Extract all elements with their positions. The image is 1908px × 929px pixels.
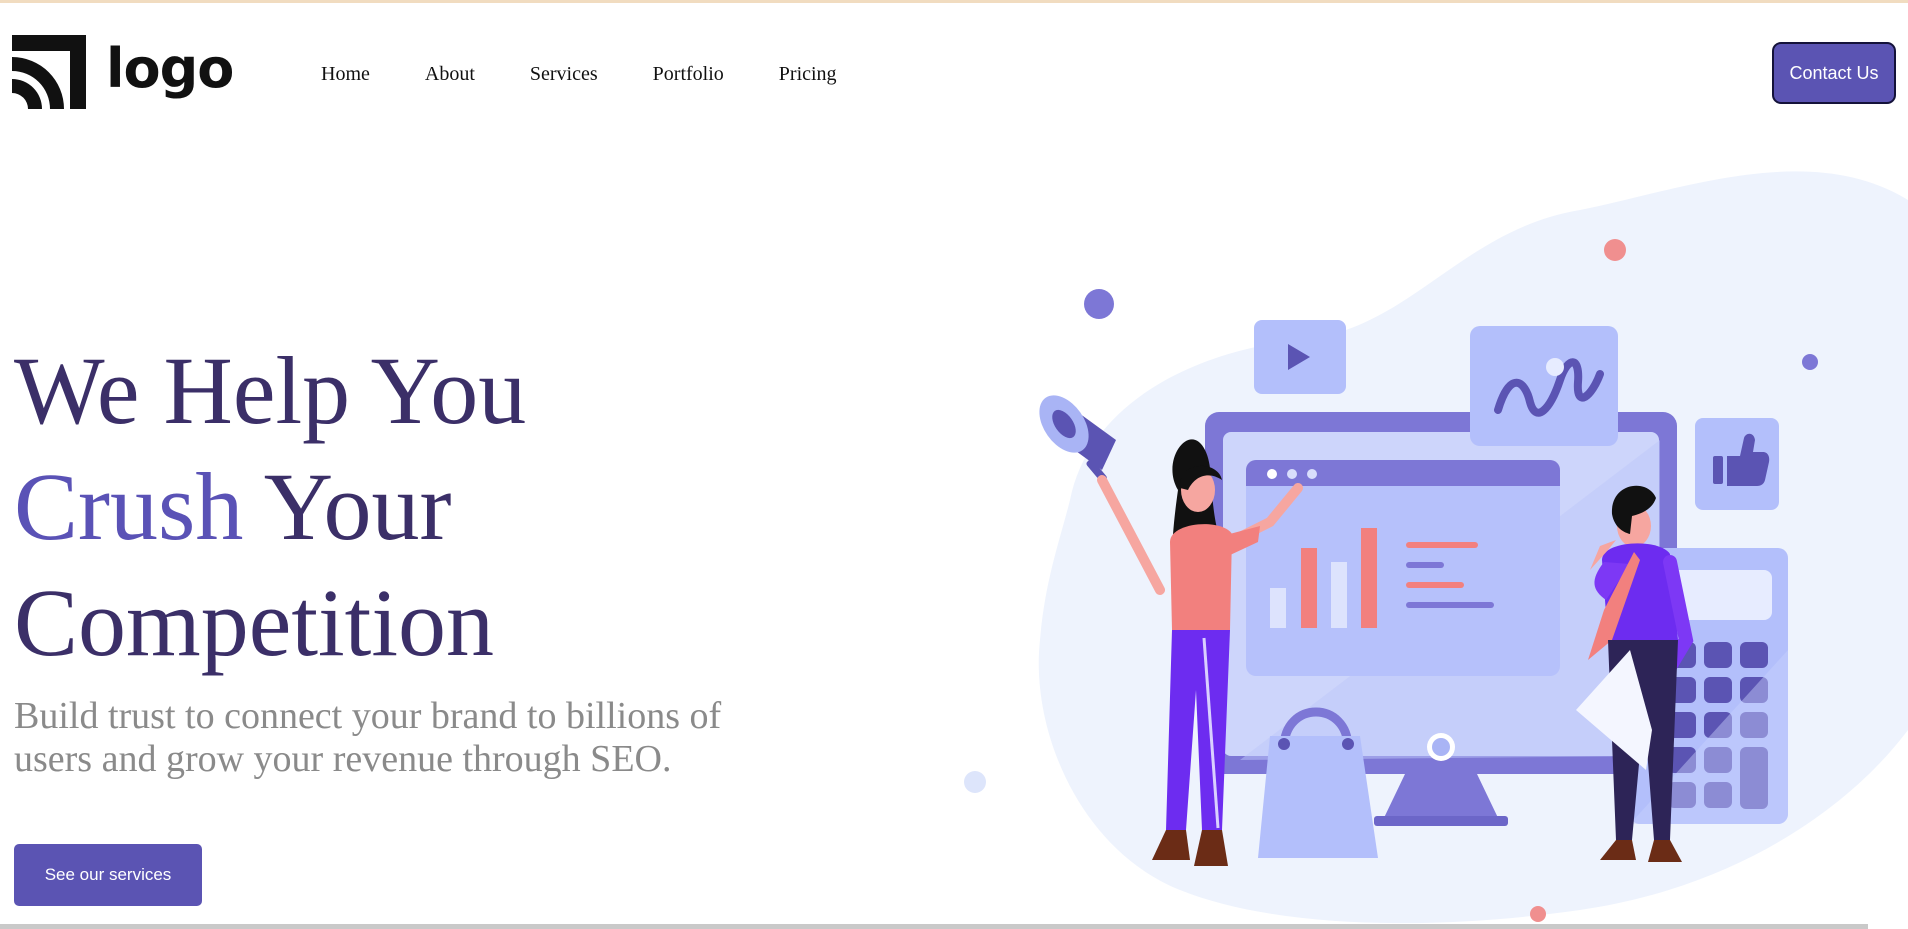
hero-illustration [940, 170, 1908, 924]
logo[interactable]: logo [12, 34, 234, 110]
nav-portfolio[interactable]: Portfolio [653, 60, 724, 88]
hero-title-line2: Your [243, 453, 452, 560]
contact-us-button[interactable]: Contact Us [1772, 42, 1896, 104]
nav-home[interactable]: Home [321, 60, 370, 88]
logo-text: logo [106, 36, 234, 100]
main-nav: Home About Services Portfolio Pricing [321, 60, 892, 88]
logo-mark-icon [12, 35, 86, 109]
dot [1802, 354, 1818, 370]
dot [964, 771, 986, 793]
dot [1530, 906, 1546, 922]
hero-subtitle: Build trust to connect your brand to bil… [14, 695, 722, 780]
nav-pricing[interactable]: Pricing [779, 60, 837, 88]
top-accent-line [0, 0, 1908, 3]
hero-title: We Help You Crush Your Competition [14, 333, 526, 681]
nav-services[interactable]: Services [530, 60, 598, 88]
thumbs-up-icon [1695, 418, 1779, 510]
hero-title-line1: We Help You [14, 337, 527, 444]
bottom-scroll-line [0, 924, 1868, 929]
dot [1604, 239, 1626, 261]
hero-title-line3: Competition [14, 569, 494, 676]
nav-about[interactable]: About [425, 60, 475, 88]
hero-title-accent: Crush [14, 453, 244, 560]
see-our-services-button[interactable]: See our services [14, 844, 202, 906]
dot [1084, 289, 1114, 319]
play-icon [1254, 320, 1346, 394]
wave-chart-icon [1470, 326, 1618, 446]
